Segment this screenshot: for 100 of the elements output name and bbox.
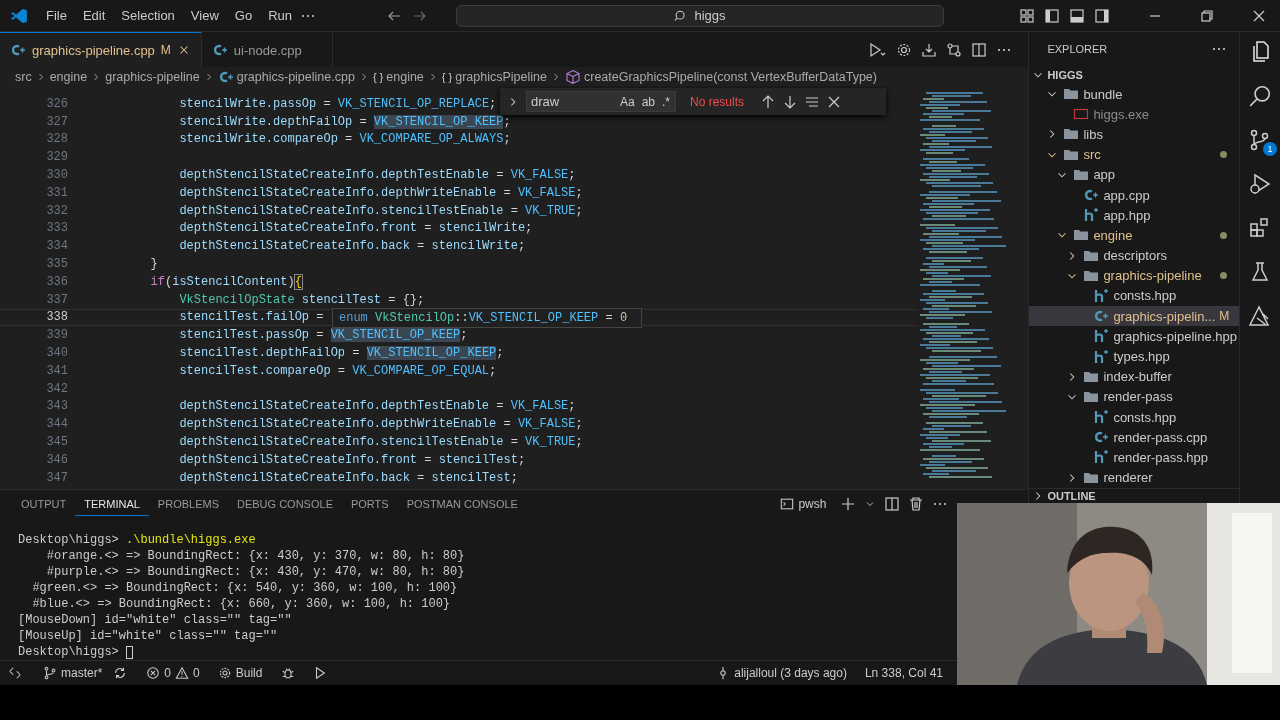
plus-icon[interactable] [840, 496, 857, 512]
code-line: depthStencilStateCreateInfo.depthWriteEnable = VK_FALSE; [178, 185, 583, 200]
tree-file[interactable]: app.cpp [1029, 184, 1240, 206]
search-icon[interactable] [1248, 84, 1273, 108]
run-debug-icon[interactable] [1248, 172, 1273, 196]
tree-file[interactable]: graphics-pipeline.hpp [1029, 326, 1240, 347]
breadcrumb-item[interactable]: createGraphicsPipeline(const VertexBufferDataType) [564, 68, 877, 85]
tree-folder[interactable]: app [1029, 164, 1240, 185]
tree-folder[interactable]: engine [1029, 225, 1240, 246]
tree-folder[interactable]: bundle [1029, 84, 1240, 105]
find-option[interactable]: .* [660, 94, 672, 109]
find-option[interactable]: ab [639, 94, 657, 109]
menu-item[interactable]: Go [226, 5, 261, 26]
sidebar-left-icon[interactable] [1044, 7, 1060, 24]
outline-header[interactable]: OUTLINE [1029, 487, 1240, 503]
terminal-line: #purple.<> => BoundingRect: {x: 430, y: 470, w: 80, h: 80} [45, 565, 465, 579]
line-number: 343 [45, 399, 68, 414]
tree-file[interactable]: consts.hpp [1029, 407, 1240, 428]
panel-icon[interactable] [1069, 7, 1085, 24]
breadcrumb-item[interactable]: graphics-pipeline.cpp [217, 68, 355, 85]
sidebar-right-icon[interactable] [1094, 7, 1110, 24]
sync-icon[interactable] [113, 666, 128, 680]
split-editor-icon[interactable] [971, 41, 988, 58]
code-line: if(isStencilContent){ [149, 274, 302, 289]
panel-tab[interactable]: PORTS [341, 492, 398, 516]
code-line: depthStencilStateCreateInfo.depthTestEnable = VK_FALSE; [178, 168, 576, 183]
panel-tab[interactable]: DEBUG CONSOLE [228, 492, 342, 516]
line-number: 333 [45, 221, 68, 236]
search-field[interactable]: higgs [456, 4, 944, 27]
tree-folder[interactable]: descriptors [1029, 245, 1240, 266]
tree-file[interactable]: types.hpp [1029, 346, 1240, 367]
code-line: depthStencilStateCreateInfo.depthTestEnable = VK_FALSE; [178, 399, 576, 414]
terminal-line: #orange.<> => BoundingRect: {x: 430, y: 370, w: 80, h: 80} [45, 549, 465, 563]
menu-item[interactable]: Edit [74, 5, 114, 26]
code-line: stencilTest.depthFailOp = VK_STENCIL_OP_KEEP; [178, 346, 504, 361]
tree-file[interactable]: consts.hpp [1029, 285, 1240, 307]
code-line: stencilWrite.compareOp = VK_COMPARE_OP_ALWAYS; [178, 132, 511, 147]
remote-icon[interactable] [8, 666, 22, 680]
tree-folder[interactable]: libs [1029, 124, 1240, 145]
tree-folder[interactable]: src [1029, 144, 1240, 165]
panel-tab[interactable]: TERMINAL [75, 492, 149, 516]
terminal-icon [780, 497, 795, 511]
code-line: stencilTest.passOp = VK_STENCIL_OP_KEEP; [178, 328, 468, 343]
breadcrumb-item[interactable]: graphics-pipeline [105, 69, 200, 84]
run-debug-icon[interactable] [867, 41, 888, 58]
breadcrumb-item[interactable]: src [15, 69, 32, 84]
play-icon[interactable] [313, 666, 328, 680]
trash-icon[interactable] [908, 496, 925, 512]
settings-icon[interactable] [896, 41, 913, 58]
layout-icon[interactable] [1019, 7, 1035, 24]
line-number: 345 [45, 435, 68, 450]
bug-icon[interactable] [281, 666, 296, 680]
compare-icon[interactable] [946, 41, 963, 58]
tree-folder[interactable]: renderer [1029, 467, 1240, 488]
cube-icon [564, 68, 581, 85]
code-line: depthStencilStateCreateInfo.back = stencilWrite; [178, 239, 526, 254]
error-icon [146, 666, 161, 680]
find-field[interactable]: draw Aa ab .* [526, 91, 676, 112]
find-option[interactable]: Aa [617, 94, 637, 109]
branch-button[interactable]: master* [36, 666, 110, 680]
breadcrumb-item[interactable]: { } engine [372, 69, 424, 84]
find-status: No results [690, 94, 745, 109]
panel-tab[interactable]: PROBLEMS [148, 492, 228, 516]
terminal-shell-button[interactable]: pwsh [774, 496, 833, 512]
code-line: VkStencilOpState stencilTest = {}; [178, 292, 425, 307]
code-line: stencilTest.failOp = [178, 310, 324, 325]
breadcrumb-item[interactable]: { } graphicsPipeline [441, 69, 547, 84]
code-line: stencilWrite.passOp = VK_STENCIL_OP_REPLACE; [178, 96, 497, 111]
breadcrumb-item[interactable]: engine [49, 69, 88, 84]
line-number: 326 [45, 96, 68, 111]
menu-item[interactable]: View [182, 5, 227, 26]
line-number: 329 [45, 150, 68, 165]
code-line: stencilWrite.depthFailOp = VK_STENCIL_OP_KEEP; [178, 114, 511, 129]
panel-tab[interactable]: OUTPUT [12, 492, 76, 516]
tree-folder[interactable]: graphics-pipeline [1029, 265, 1240, 286]
hover-tooltip: enum VkStencilOp::VK_STENCIL_OP_KEEP = 0 [332, 308, 642, 328]
tree-folder[interactable]: render-pass [1029, 386, 1240, 407]
tree-folder[interactable]: index-buffer [1029, 366, 1240, 387]
split-terminal-icon[interactable] [884, 496, 901, 512]
hpp-file-icon [1093, 348, 1110, 365]
workspace-header[interactable]: HIGGS [1029, 65, 1240, 84]
menu-item[interactable]: Selection [113, 5, 183, 26]
tree-file[interactable]: graphics-pipelin... M [1029, 306, 1240, 327]
tree-file[interactable]: higgs.exe [1029, 104, 1240, 125]
tree-file[interactable]: render-pass.cpp [1029, 427, 1240, 448]
line-number: 327 [45, 114, 68, 129]
cursor-position-button[interactable]: Ln 338, Col 41 [857, 666, 950, 680]
panel-tab[interactable]: POSTMAN CONSOLE [397, 492, 527, 516]
problems-button[interactable]: 0 0 [139, 666, 207, 680]
menu-item[interactable]: File [38, 5, 75, 26]
menu-item[interactable]: Run [260, 5, 300, 26]
git-blame-button[interactable]: alijalloul (3 days ago) [709, 666, 854, 680]
editor-tab[interactable]: graphics-pipeline.cpp M [0, 32, 202, 67]
tree-file[interactable]: render-pass.hpp [1029, 447, 1240, 468]
restore-icon[interactable] [1198, 7, 1215, 24]
line-number: 335 [45, 257, 68, 272]
notification-badge: 1 [1263, 142, 1278, 156]
download-icon[interactable] [921, 41, 938, 58]
build-button[interactable]: Build [210, 666, 270, 680]
tree-file[interactable]: app.hpp [1029, 205, 1240, 226]
